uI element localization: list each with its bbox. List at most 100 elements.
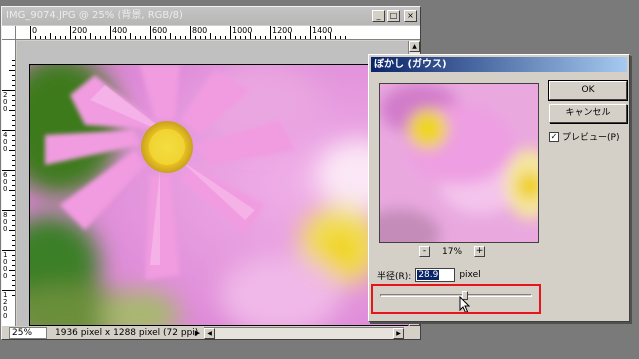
ruler-v-tick [12, 195, 15, 196]
ruler-v-tick [12, 100, 15, 101]
blur-preview[interactable] [379, 83, 539, 243]
ruler-h-tick [140, 36, 141, 39]
vertical-ruler[interactable]: 200 400 600 800 1000 1200 [2, 40, 16, 326]
horizontal-scrollbar[interactable]: ◀ ▶ [204, 327, 404, 339]
ruler-h-label: 200 [72, 26, 88, 35]
ruler-h-tick [95, 36, 96, 39]
document-title: IMG_9074.JPG @ 25% (背景, RGB/8) [6, 10, 183, 21]
ruler-v-tick [12, 105, 15, 106]
ruler-h-tick [210, 33, 211, 39]
maximize-button[interactable]: □ [387, 10, 400, 22]
ruler-h-tick [290, 33, 291, 39]
ruler-v-tick [12, 280, 15, 281]
ruler-h-tick [325, 36, 326, 39]
ruler-h-tick [85, 36, 86, 39]
ruler-h-tick [335, 36, 336, 39]
ruler-v-tick [12, 140, 15, 141]
ruler-h-tick [260, 36, 261, 39]
ruler-v-tick [9, 110, 15, 111]
flower-photo [29, 64, 420, 326]
ruler-h-tick [35, 36, 36, 39]
gaussian-blur-dialog: ぼかし (ガウス) OK キャンセル ✓ プレビュー(P) - 17% + 半径… [368, 54, 630, 322]
ruler-h-tick [90, 33, 91, 39]
ruler-v-tick [12, 115, 15, 116]
ruler-h-tick [215, 36, 216, 39]
ruler-v-label: 1200 [3, 291, 8, 320]
ruler-h-tick [75, 36, 76, 39]
ruler-h-tick [115, 36, 116, 39]
ruler-v-tick [12, 95, 15, 96]
ruler-h-tick [305, 36, 306, 39]
cancel-button[interactable]: キャンセル [549, 104, 627, 123]
ruler-v-tick [12, 80, 15, 81]
ruler-v-tick [2, 90, 15, 91]
ruler-v-tick [12, 85, 15, 86]
minimize-button[interactable]: _ [372, 10, 385, 22]
close-button[interactable]: × [404, 10, 417, 22]
ruler-h-tick [45, 36, 46, 39]
ruler-h-tick [240, 36, 241, 39]
ruler-h-tick [315, 36, 316, 39]
scroll-left-button[interactable]: ◀ [204, 328, 215, 339]
ruler-v-tick [12, 180, 15, 181]
document-title-bar[interactable]: IMG_9074.JPG @ 25% (背景, RGB/8) _ □ × [2, 7, 420, 25]
ruler-h-tick [120, 36, 121, 39]
slider-highlight-box [371, 284, 541, 314]
horizontal-ruler[interactable]: 0 200 400 600 800 1000 1200 1400 [16, 26, 420, 40]
ruler-h-tick [185, 36, 186, 39]
ruler-h-tick [155, 36, 156, 39]
ruler-v-tick [12, 165, 15, 166]
ruler-corner[interactable] [2, 26, 16, 40]
radius-input[interactable]: 28.9 [415, 268, 456, 282]
ruler-v-tick [12, 160, 15, 161]
ruler-h-tick [100, 36, 101, 39]
ruler-h-label: 800 [192, 26, 208, 35]
scroll-right-button[interactable]: ▶ [393, 328, 404, 339]
status-menu-arrow-icon[interactable]: ▶ [192, 328, 203, 338]
canvas-area[interactable] [17, 41, 420, 326]
ruler-v-tick [12, 205, 15, 206]
ruler-h-tick [255, 36, 256, 39]
ruler-v-tick [12, 65, 15, 66]
ruler-h-tick [65, 36, 66, 39]
radius-value: 28.9 [417, 270, 440, 280]
ruler-v-tick [2, 130, 15, 131]
zoom-out-button[interactable]: - [419, 246, 430, 257]
ruler-v-tick [12, 185, 15, 186]
ruler-h-tick [40, 36, 41, 39]
ruler-h-tick [190, 26, 191, 39]
ruler-v-tick [12, 255, 15, 256]
ok-button[interactable]: OK [548, 80, 628, 101]
document-size-info: 1936 pixel x 1288 pixel (72 ppi) [55, 328, 199, 338]
ruler-v-tick [2, 210, 15, 211]
ruler-v-tick [12, 295, 15, 296]
ruler-h-tick [195, 36, 196, 39]
preview-label: プレビュー(P) [562, 133, 620, 143]
ruler-v-tick [12, 75, 15, 76]
preview-zoom-percent: 17% [442, 246, 463, 257]
scroll-up-button[interactable]: ▲ [409, 41, 420, 52]
ruler-v-tick [12, 125, 15, 126]
ruler-v-tick [12, 265, 15, 266]
dialog-title-bar[interactable]: ぼかし (ガウス) [371, 57, 627, 72]
ruler-v-tick [12, 155, 15, 156]
ruler-v-tick [9, 270, 15, 271]
ruler-v-tick [12, 120, 15, 121]
ruler-v-tick [12, 285, 15, 286]
preview-option[interactable]: ✓ プレビュー(P) [549, 130, 619, 143]
zoom-in-button[interactable]: + [474, 246, 486, 257]
ruler-h-tick [50, 33, 51, 39]
zoom-level-field[interactable]: 25% [9, 327, 47, 339]
ruler-h-tick [320, 36, 321, 39]
ruler-h-tick [280, 36, 281, 39]
ruler-h-tick [80, 36, 81, 39]
ruler-h-tick [145, 36, 146, 39]
ruler-v-label: 1000 [3, 251, 8, 280]
ruler-h-tick [285, 36, 286, 39]
radius-row: 半径(R): 28.9 pixel [377, 268, 481, 282]
ruler-h-tick [110, 26, 111, 39]
preview-checkbox[interactable]: ✓ [549, 131, 559, 142]
ruler-h-tick [295, 36, 296, 39]
ruler-v-tick [9, 70, 15, 71]
ruler-h-tick [245, 36, 246, 39]
